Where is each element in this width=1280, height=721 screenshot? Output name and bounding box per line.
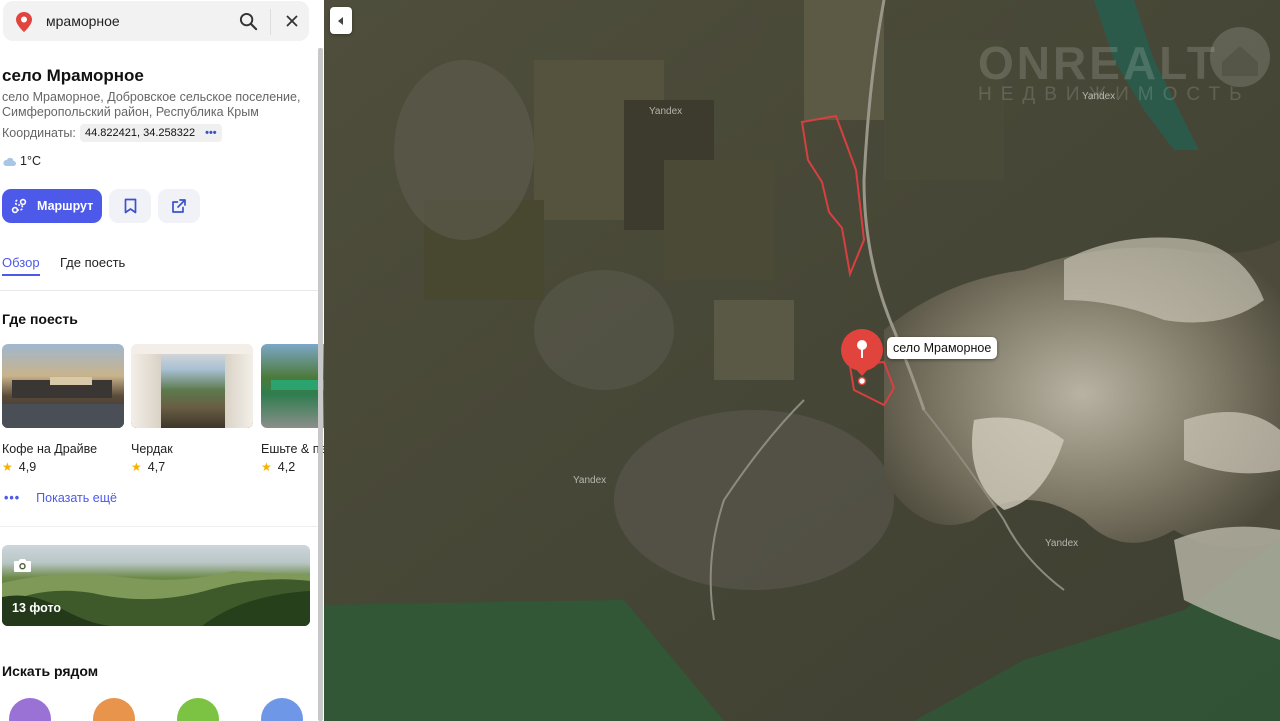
coordinates-label: Координаты: xyxy=(2,126,76,140)
show-more-link[interactable]: ••• Показать ещё xyxy=(4,491,117,505)
restaurant-name: Чердак xyxy=(131,442,173,456)
tab-overview[interactable]: Обзор xyxy=(2,255,40,270)
chevron-left-icon xyxy=(338,16,343,25)
nearby-shopping-button[interactable] xyxy=(261,698,303,721)
section-divider xyxy=(0,526,318,527)
active-tab-indicator xyxy=(2,274,40,276)
rating-value: 4,9 xyxy=(18,460,37,474)
restaurant-rating: ★ 4,7 xyxy=(131,460,165,474)
rating-value: 4,2 xyxy=(277,460,296,474)
place-title: село Мраморное xyxy=(2,66,144,85)
weather: 1°C xyxy=(3,154,41,168)
star-icon: ★ xyxy=(261,460,272,474)
map-marker-label[interactable]: село Мраморное xyxy=(887,337,998,359)
tab-where-to-eat[interactable]: Где поесть xyxy=(60,255,125,270)
more-dots-icon[interactable]: ••• xyxy=(205,127,217,139)
route-button-label: Маршрут xyxy=(37,199,94,213)
more-dots-icon: ••• xyxy=(4,491,21,505)
map-provider-label: Yandex xyxy=(573,475,607,486)
nearby-restaurant-button[interactable] xyxy=(93,698,135,721)
rating-value: 4,7 xyxy=(147,460,166,474)
watermark-text: ONREALT xyxy=(978,37,1218,89)
restaurant-rating: ★ 4,2 xyxy=(261,460,295,474)
panel-scrollbar[interactable] xyxy=(318,48,323,721)
restaurant-name: Ешьте & пейте xyxy=(261,442,324,456)
search-input[interactable]: мраморное xyxy=(46,13,120,29)
weather-temperature: 1°C xyxy=(20,154,41,168)
camera-icon xyxy=(14,559,31,572)
section-title-food: Где поесть xyxy=(2,311,78,327)
route-icon xyxy=(11,198,27,214)
map-provider-label: Yandex xyxy=(1082,91,1116,102)
search-bar[interactable]: мраморное xyxy=(3,1,309,41)
place-address: село Мраморное, Добровское сельское посе… xyxy=(2,90,301,119)
close-icon[interactable] xyxy=(284,13,300,29)
search-icon[interactable] xyxy=(239,12,258,31)
search-divider xyxy=(270,9,271,35)
share-button[interactable] xyxy=(158,189,200,223)
restaurant-rating: ★ 4,9 xyxy=(2,460,36,474)
location-pin-icon xyxy=(16,12,32,32)
bookmark-icon xyxy=(124,198,136,214)
nearby-pharmacy-button[interactable] xyxy=(177,698,219,721)
section-title-nearby: Искать рядом xyxy=(2,663,99,679)
photos-gallery[interactable]: 13 фото xyxy=(2,545,310,626)
map-provider-label: Yandex xyxy=(1045,538,1079,549)
photo-count: 13 фото xyxy=(12,601,62,615)
map-marker-icon[interactable] xyxy=(839,328,885,388)
coordinates-chip[interactable]: 44.822421, 34.258322 ••• xyxy=(80,124,222,142)
star-icon: ★ xyxy=(2,460,13,474)
route-button[interactable]: Маршрут xyxy=(2,189,102,223)
bookmark-button[interactable] xyxy=(109,189,151,223)
place-panel: мраморное село Мраморное село Мраморное,… xyxy=(0,0,324,721)
nearby-hotel-button[interactable] xyxy=(9,698,51,721)
cloud-icon xyxy=(3,157,16,166)
satellite-imagery xyxy=(324,0,1280,721)
tab-divider xyxy=(0,290,318,291)
restaurant-photo xyxy=(2,344,124,428)
show-more-label: Показать ещё xyxy=(36,491,117,505)
restaurant-card[interactable]: Ешьте & пейте ★ 4,2 xyxy=(261,344,324,484)
satellite-map[interactable]: ONREALT НЕДВИЖИМОСТЬ Yandex Yandex Yande… xyxy=(324,0,1280,721)
restaurant-photo xyxy=(131,344,253,428)
collapse-panel-button[interactable] xyxy=(330,7,352,34)
restaurant-card[interactable]: Чердак ★ 4,7 xyxy=(131,344,253,484)
restaurant-name: Кофе на Драйве xyxy=(2,442,98,456)
restaurant-photo xyxy=(261,344,324,428)
star-icon: ★ xyxy=(131,460,142,474)
share-icon xyxy=(172,199,186,213)
coordinates-value: 44.822421, 34.258322 xyxy=(85,127,196,139)
restaurant-card[interactable]: Кофе на Драйве ★ 4,9 xyxy=(2,344,124,484)
map-provider-label: Yandex xyxy=(649,106,683,117)
